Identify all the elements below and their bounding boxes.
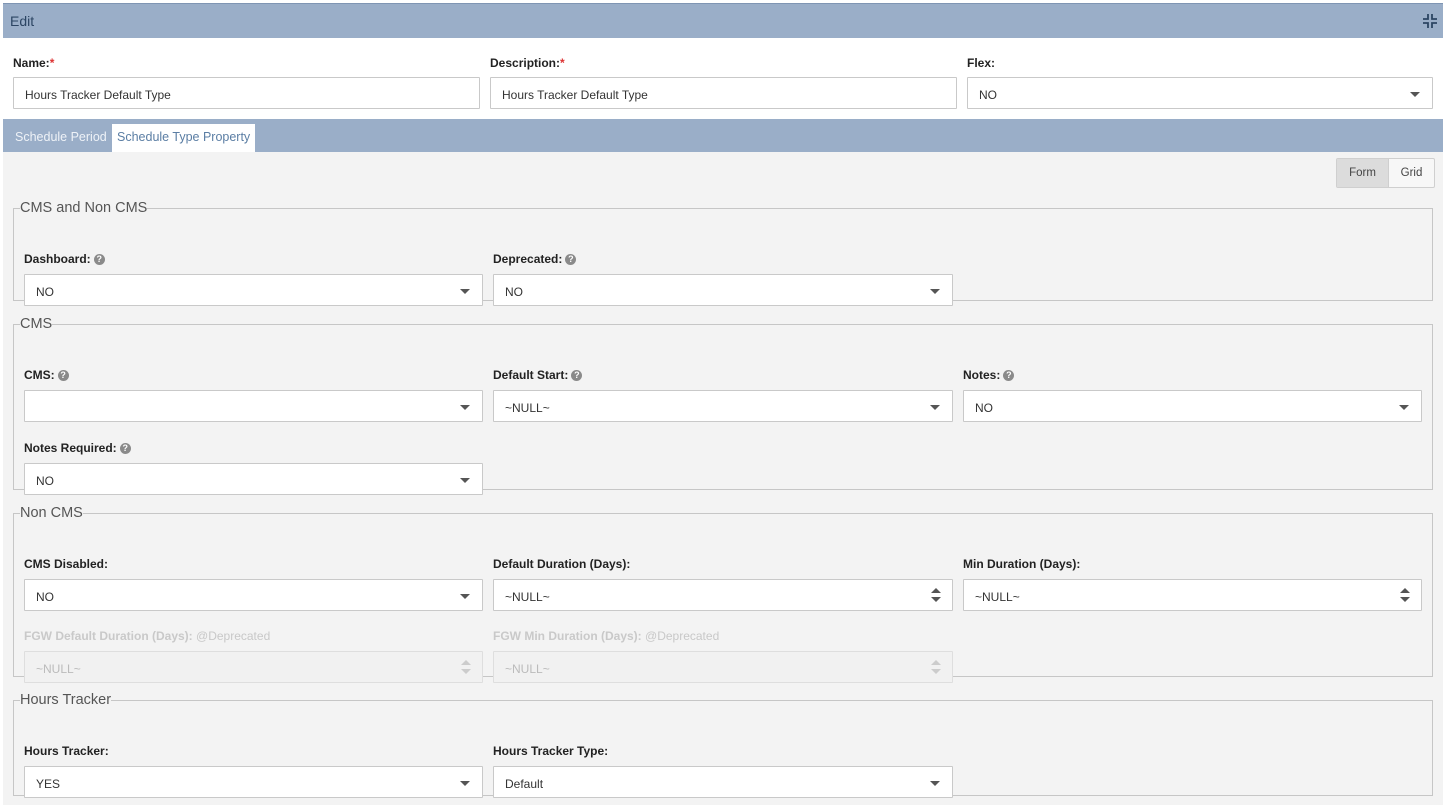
section-legend: CMS and Non CMS [20, 200, 148, 216]
default-duration-input[interactable]: ~NULL~ [493, 579, 953, 611]
grid-view-button[interactable]: Grid [1389, 159, 1434, 187]
deprecated-select[interactable]: NO [493, 274, 953, 306]
dashboard-label: Dashboard:? [24, 252, 105, 266]
tab-schedule-type-property[interactable]: Schedule Type Property [112, 124, 256, 152]
help-icon[interactable]: ? [571, 370, 583, 381]
dashboard-select[interactable]: NO [24, 274, 483, 306]
chevron-down-icon [460, 405, 470, 410]
cms-disabled-label: CMS Disabled: [24, 557, 109, 571]
section-legend: CMS [20, 316, 53, 332]
section-legend: Non CMS [20, 505, 83, 521]
panel-title: Edit [10, 13, 35, 29]
chevron-down-icon [930, 781, 940, 786]
chevron-down-icon [930, 289, 940, 294]
chevron-down-icon [1410, 92, 1420, 97]
form-view-button[interactable]: Form [1337, 159, 1389, 187]
help-icon[interactable]: ? [93, 254, 105, 265]
flex-label: Flex: [967, 56, 996, 70]
cms-disabled-select[interactable]: NO [24, 579, 483, 611]
view-toggle: Form Grid [1336, 158, 1435, 188]
help-icon[interactable]: ? [565, 254, 577, 265]
panel-titlebar: Edit [3, 3, 1443, 38]
help-icon[interactable]: ? [57, 370, 69, 381]
fgw-default-duration-label: FGW Default Duration (Days): @Deprecated [24, 629, 271, 643]
tab-bar: Schedule Period Schedule Type Property [3, 119, 1443, 152]
name-input[interactable]: Hours Tracker Default Type [13, 77, 480, 109]
min-duration-label: Min Duration (Days): [963, 557, 1081, 571]
cms-and-non-cms-section: CMS and Non CMS Dashboard:? NO Deprecate… [13, 200, 1433, 306]
help-icon[interactable]: ? [119, 443, 131, 454]
tab-content: Form Grid CMS and Non CMS Dashboard:? NO… [3, 152, 1443, 805]
section-legend: Hours Tracker [20, 692, 112, 708]
description-input[interactable]: Hours Tracker Default Type [490, 77, 957, 109]
deprecated-label: Deprecated:? [493, 252, 577, 266]
fgw-min-duration-input: ~NULL~ [493, 651, 953, 683]
name-label: Name:* [13, 56, 55, 70]
notes-required-select[interactable]: NO [24, 463, 483, 495]
notes-required-label: Notes Required:? [24, 441, 131, 455]
chevron-down-icon [1399, 405, 1409, 410]
notes-select[interactable]: NO [963, 390, 1422, 422]
fgw-default-duration-input: ~NULL~ [24, 651, 483, 683]
fgw-min-duration-label: FGW Min Duration (Days): @Deprecated [493, 629, 720, 643]
min-duration-input[interactable]: ~NULL~ [963, 579, 1422, 611]
cms-select[interactable] [24, 390, 483, 422]
edit-panel: Edit Name:* Hours Tracker Default Type D… [3, 3, 1443, 805]
cms-label: CMS:? [24, 368, 69, 382]
stepper-icon[interactable] [1400, 588, 1410, 604]
chevron-down-icon [460, 594, 470, 599]
default-start-label: Default Start:? [493, 368, 583, 382]
stepper-icon[interactable] [931, 588, 941, 604]
hours-tracker-type-select[interactable]: Default [493, 766, 953, 798]
notes-label: Notes:? [963, 368, 1015, 382]
help-icon[interactable]: ? [1003, 370, 1015, 381]
non-cms-section: Non CMS CMS Disabled: NO Default Duratio… [13, 505, 1433, 683]
cms-section: CMS CMS:? Default Start:? ~NULL~ Notes:?… [13, 316, 1433, 495]
chevron-down-icon [460, 781, 470, 786]
chevron-down-icon [930, 405, 940, 410]
hours-tracker-select[interactable]: YES [24, 766, 483, 798]
description-label: Description:* [490, 56, 565, 70]
flex-select[interactable]: NO [967, 77, 1433, 109]
stepper-icon [461, 660, 471, 676]
default-start-select[interactable]: ~NULL~ [493, 390, 953, 422]
hours-tracker-label: Hours Tracker: [24, 744, 109, 758]
hours-tracker-type-label: Hours Tracker Type: [493, 744, 609, 758]
default-duration-label: Default Duration (Days): [493, 557, 631, 571]
collapse-icon[interactable] [1423, 14, 1437, 28]
chevron-down-icon [460, 478, 470, 483]
stepper-icon [931, 660, 941, 676]
chevron-down-icon [460, 289, 470, 294]
tab-schedule-period[interactable]: Schedule Period [10, 124, 112, 152]
hours-tracker-section: Hours Tracker Hours Tracker: YES Hours T… [13, 692, 1433, 798]
